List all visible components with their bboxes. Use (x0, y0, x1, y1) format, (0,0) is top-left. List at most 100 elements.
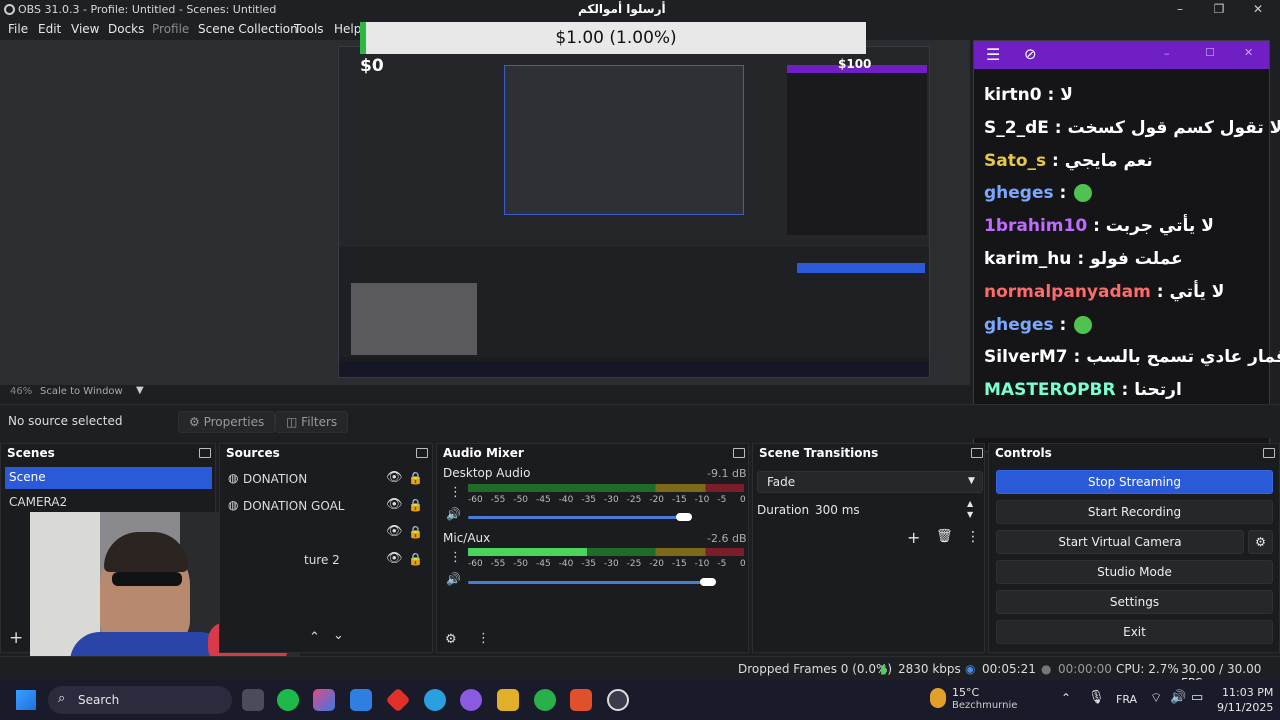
menu-view[interactable]: View (71, 22, 99, 36)
volume-slider-desktop[interactable] (468, 516, 684, 519)
no-source-label: No source selected (8, 414, 123, 428)
trash-icon[interactable]: 🗑 (936, 529, 953, 544)
hide-chat-icon[interactable]: ⊘ (1024, 45, 1037, 63)
undock-icon[interactable] (733, 448, 745, 458)
move-up-icon[interactable]: ⌃ (309, 630, 320, 645)
task-view-icon[interactable] (242, 689, 264, 711)
clock-date[interactable]: 9/11/2025 (1217, 701, 1273, 714)
visibility-eye-icon[interactable]: 👁 (386, 524, 403, 539)
battery-icon[interactable]: ▭ (1191, 690, 1203, 705)
show-hidden-icons-icon[interactable]: ⌃ (1061, 691, 1071, 705)
source-item-donation-goal[interactable]: ◍ DONATION GOAL 👁 🔒 (228, 497, 428, 521)
menu-tools[interactable]: Tools (294, 22, 324, 36)
scale-mode-select[interactable]: Scale to Window (40, 386, 123, 397)
brave-icon[interactable] (570, 689, 592, 711)
channel-menu-icon[interactable]: ⋮ (449, 485, 462, 500)
undock-icon[interactable] (416, 448, 428, 458)
source-item-donation[interactable]: ◍ DONATION 👁 🔒 (228, 470, 428, 494)
chat-message: gheges : (984, 315, 1093, 335)
undock-icon[interactable] (199, 448, 211, 458)
menu-help[interactable]: Help (334, 22, 361, 36)
volume-slider-mic[interactable] (468, 581, 708, 584)
app-red-icon[interactable] (385, 687, 411, 713)
stepper-up-icon[interactable]: ▲ (967, 499, 973, 508)
filters-button[interactable]: ◫ Filters (275, 411, 349, 433)
add-transition-icon[interactable]: + (907, 528, 920, 547)
chevron-down-icon[interactable]: ▼ (136, 385, 144, 396)
chat-app-icon[interactable] (460, 689, 482, 711)
exit-button[interactable]: Exit (996, 620, 1273, 644)
menu-docks[interactable]: Docks (108, 22, 144, 36)
chat-close-icon[interactable]: ✕ (1244, 46, 1253, 59)
menu-edit[interactable]: Edit (38, 22, 61, 36)
mixer-settings-gear-icon[interactable]: ⚙ (445, 632, 457, 647)
browser-source-icon: ◍ (228, 498, 239, 512)
taskbar-search[interactable]: ⌕ Search (48, 686, 232, 714)
chat-separator: : (1087, 216, 1106, 237)
chat-minimize-icon[interactable]: – (1164, 47, 1170, 60)
start-virtual-camera-button[interactable]: Start Virtual Camera (996, 530, 1244, 554)
meter-tick-label: -20 (649, 495, 665, 505)
transition-select[interactable]: Fade ▼ (757, 471, 983, 493)
settings-button[interactable]: Settings (996, 590, 1273, 614)
chat-username: Sato_s (984, 150, 1047, 171)
lock-icon[interactable]: 🔒 (408, 525, 423, 539)
microphone-icon[interactable]: 🎙 (1088, 690, 1105, 705)
chat-maximize-icon[interactable]: ☐ (1205, 46, 1215, 59)
channel-menu-icon[interactable]: ⋮ (449, 550, 462, 565)
xbox-icon[interactable] (534, 689, 556, 711)
window-title: OBS 31.0.3 - Profile: Untitled - Scenes:… (18, 3, 277, 16)
virtual-camera-settings-gear-icon[interactable]: ⚙ (1248, 530, 1273, 554)
title-bar: OBS 31.0.3 - Profile: Untitled - Scenes:… (0, 0, 1280, 20)
stepper-down-icon[interactable]: ▼ (967, 510, 973, 519)
speaker-icon[interactable]: 🔊 (446, 507, 461, 521)
add-scene-icon[interactable]: + (9, 628, 23, 648)
hamburger-icon[interactable]: ☰ (986, 45, 1000, 64)
language-indicator[interactable]: FRA (1116, 693, 1137, 706)
audio-mixer-title: Audio Mixer (443, 446, 524, 460)
file-explorer-icon[interactable] (497, 689, 519, 711)
clock-time[interactable]: 11:03 PM (1222, 686, 1273, 699)
volume-slider-handle[interactable] (700, 578, 716, 586)
move-down-icon[interactable]: ⌄ (333, 628, 344, 643)
stop-streaming-button[interactable]: Stop Streaming (996, 470, 1273, 494)
scene-item-scene[interactable]: Scene (5, 467, 212, 489)
source-item-3[interactable]: 👁 🔒 (228, 524, 428, 548)
obs-taskbar-icon[interactable] (607, 689, 629, 711)
lock-icon[interactable]: 🔒 (408, 471, 423, 485)
undock-icon[interactable] (971, 448, 983, 458)
undock-icon[interactable] (1263, 448, 1275, 458)
menu-file[interactable]: File (8, 22, 28, 36)
close-icon[interactable]: ✕ (1248, 2, 1268, 18)
edge-icon[interactable] (424, 689, 446, 711)
volume-slider-handle[interactable] (676, 513, 692, 521)
menu-profile[interactable]: Profile (152, 22, 189, 36)
transition-menu-icon[interactable]: ⋮ (966, 529, 980, 545)
visibility-eye-icon[interactable]: 👁 (386, 551, 403, 566)
copilot-icon[interactable] (313, 689, 335, 711)
lock-icon[interactable]: 🔒 (408, 552, 423, 566)
visibility-eye-icon[interactable]: 👁 (386, 470, 403, 485)
meter-tick-label: -15 (672, 495, 687, 505)
maximize-icon[interactable]: ❐ (1209, 2, 1229, 18)
visibility-eye-icon[interactable]: 👁 (386, 497, 403, 512)
minimize-icon[interactable]: – (1170, 2, 1190, 18)
speaker-icon[interactable]: 🔊 (446, 572, 461, 586)
mixer-menu-icon[interactable]: ⋮ (477, 631, 490, 646)
start-recording-button[interactable]: Start Recording (996, 500, 1273, 524)
studio-mode-button[interactable]: Studio Mode (996, 560, 1273, 584)
duration-input[interactable]: 300 ms ▲ ▼ (811, 499, 983, 521)
volume-icon[interactable]: 🔊 (1170, 690, 1186, 705)
meter-tick-label: -25 (626, 559, 642, 569)
properties-button[interactable]: ⚙ Properties (178, 411, 276, 433)
lock-icon[interactable]: 🔒 (408, 498, 423, 512)
wifi-icon[interactable]: ⌔ (1150, 690, 1162, 706)
chat-username: kirtn0 (984, 85, 1042, 105)
chat-text: منصة قمار عادي تسمح بالسب (1086, 347, 1280, 368)
menu-scene-collection[interactable]: Scene Collection (198, 22, 298, 36)
scene-item-camera2[interactable]: CAMERA2 (5, 492, 212, 514)
store-icon[interactable] (350, 689, 372, 711)
source-item-capture-2[interactable]: ture 2 👁 🔒 (228, 551, 428, 575)
xbox-app-icon[interactable] (277, 689, 299, 711)
windows-start-icon[interactable] (16, 690, 36, 710)
